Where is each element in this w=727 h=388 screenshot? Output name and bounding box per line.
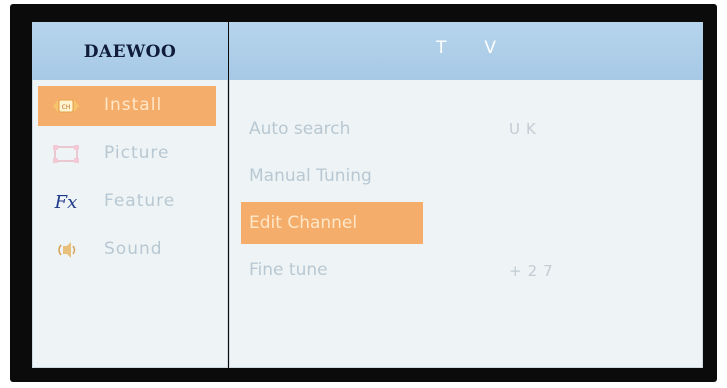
option-manual-tuning[interactable]: Manual Tuning <box>241 155 423 197</box>
feature-icon: Fx <box>54 191 78 213</box>
brand-header: DAEWOO <box>32 22 228 80</box>
tv-screen: DAEWOO CH Install Picture Fx Feature Sou… <box>10 4 717 382</box>
options-panel: TV Auto search UK Manual Tuning Edit Cha… <box>229 22 703 368</box>
menu-item-picture[interactable]: Picture <box>38 134 216 174</box>
option-label: Fine tune <box>249 260 328 280</box>
sound-icon <box>52 238 80 262</box>
option-value: UK <box>509 120 542 138</box>
option-label: Edit Channel <box>249 213 358 233</box>
option-label: Manual Tuning <box>249 166 372 186</box>
menu-label: Picture <box>104 143 170 163</box>
brand-logo: DAEWOO <box>83 42 177 62</box>
menu-label: Sound <box>104 239 163 259</box>
svg-text:CH: CH <box>62 104 71 111</box>
option-label: Auto search <box>249 119 351 139</box>
option-value: +27 <box>509 262 559 280</box>
menu-label: Feature <box>104 191 176 211</box>
option-auto-search[interactable]: Auto search UK <box>241 108 536 150</box>
option-edit-channel[interactable]: Edit Channel <box>241 202 423 244</box>
install-icon: CH <box>52 94 80 118</box>
menu-item-feature[interactable]: Fx Feature <box>38 182 216 222</box>
picture-icon <box>52 142 80 166</box>
section-title: TV <box>435 38 534 58</box>
menu-label: Install <box>104 95 163 115</box>
menu-item-sound[interactable]: Sound <box>38 230 216 270</box>
option-fine-tune[interactable]: Fine tune +27 <box>241 249 553 291</box>
category-menu: DAEWOO CH Install Picture Fx Feature Sou… <box>32 22 228 368</box>
section-header: TV <box>229 22 703 80</box>
menu-item-install[interactable]: CH Install <box>38 86 216 126</box>
